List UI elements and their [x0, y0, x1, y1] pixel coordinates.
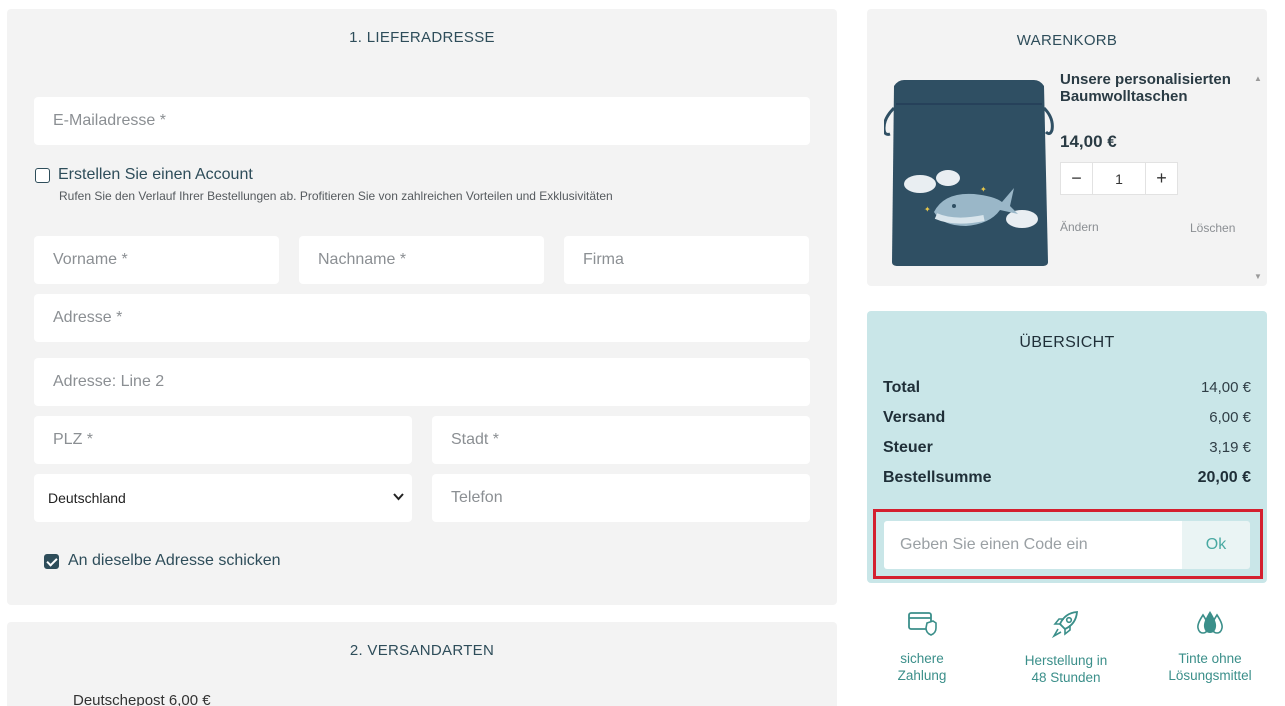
email-field[interactable]: E-Mailadresse * [34, 97, 810, 145]
product-price: 14,00 € [1060, 132, 1117, 151]
company-field[interactable]: Firma [564, 236, 809, 284]
summary-total-value: 14,00 € [1200, 379, 1251, 396]
promo-code-input[interactable]: Geben Sie einen Code ein [884, 521, 1182, 569]
summary-row-shipping: Versand 6,00 € [883, 409, 1251, 427]
company-placeholder: Firma [583, 251, 624, 268]
delete-product-link[interactable]: Löschen [1190, 221, 1235, 235]
country-value: Deutschland [48, 490, 126, 506]
city-field[interactable]: Stadt * [432, 416, 810, 464]
feature-fast-line1: Herstellung in [1024, 653, 1108, 668]
firstname-placeholder: Vorname * [53, 251, 128, 268]
shipping-option-label[interactable]: Deutschepost 6,00 € [73, 692, 211, 706]
edit-product-link[interactable]: Ändern [1060, 220, 1099, 234]
quantity-stepper[interactable]: − 1 + [1060, 162, 1178, 195]
summary-tax-value: 3,19 € [1209, 439, 1251, 456]
email-placeholder: E-Mailadresse * [53, 112, 166, 129]
zip-placeholder: PLZ * [53, 431, 94, 448]
feature-ink-line1: Tinte ohne [1178, 651, 1242, 666]
feature-secure-line2: Zahlung [897, 668, 947, 683]
country-select[interactable]: Deutschland [34, 474, 412, 522]
create-account-label: Erstellen Sie einen Account [58, 166, 253, 183]
quantity-increase-button[interactable]: + [1146, 163, 1177, 194]
summary-row-grand-total: Bestellsumme 20,00 € [883, 469, 1251, 487]
chevron-down-icon [393, 493, 404, 501]
summary-grand-total-value: 20,00 € [1197, 469, 1251, 486]
delivery-title: 1. LIEFERADRESSE [349, 29, 495, 46]
create-account-hint: Rufen Sie den Verlauf Ihrer Bestellungen… [59, 189, 613, 203]
quantity-decrease-button[interactable]: − [1061, 163, 1092, 194]
promo-code-placeholder: Geben Sie einen Code ein [900, 536, 1088, 553]
cart-title: WARENKORB [1016, 32, 1118, 49]
promo-code-ok-button[interactable]: Ok [1182, 521, 1250, 569]
address-placeholder: Adresse * [53, 309, 123, 326]
phone-placeholder: Telefon [451, 489, 503, 506]
summary-shipping-value: 6,00 € [1209, 409, 1251, 426]
summary-shipping-label: Versand [883, 409, 946, 426]
lastname-placeholder: Nachname * [318, 251, 407, 268]
summary-grand-total-label: Bestellsumme [883, 469, 992, 486]
firstname-field[interactable]: Vorname * [34, 236, 279, 284]
summary-row-total: Total 14,00 € [883, 379, 1251, 397]
summary-tax-label: Steuer [883, 439, 933, 456]
cart-scroll-up-icon[interactable]: ▲ [1254, 74, 1262, 83]
feature-fast-production: Herstellung in 48 Stunden [1001, 609, 1131, 686]
secure-card-icon [908, 612, 937, 636]
same-address-label: An dieselbe Adresse schicken [68, 552, 281, 569]
shipping-title: 2. VERSANDARTEN [349, 642, 495, 659]
zip-field[interactable]: PLZ * [34, 416, 412, 464]
same-address-checkbox[interactable] [44, 554, 59, 569]
feature-solvent-free-ink: Tinte ohne Lösungsmittel [1145, 609, 1275, 684]
address-field[interactable]: Adresse * [34, 294, 810, 342]
address-line2-placeholder: Adresse: Line 2 [53, 373, 165, 390]
svg-text:✦: ✦ [924, 205, 931, 214]
svg-text:✦: ✦ [980, 185, 987, 194]
lastname-field[interactable]: Nachname * [299, 236, 544, 284]
cart-scroll-down-icon[interactable]: ▼ [1254, 272, 1262, 281]
feature-secure-line1: sichere [900, 651, 944, 666]
city-placeholder: Stadt * [451, 431, 500, 448]
ink-drops-icon [1197, 611, 1223, 634]
feature-secure-payment: sichere Zahlung [857, 609, 987, 684]
quantity-value[interactable]: 1 [1092, 163, 1146, 194]
summary-total-label: Total [883, 379, 921, 396]
summary-title: ÜBERSICHT [1019, 334, 1115, 351]
product-name: Unsere personalisierten Baumwolltaschen [1060, 71, 1231, 105]
summary-row-tax: Steuer 3,19 € [883, 439, 1251, 457]
create-account-checkbox[interactable] [35, 168, 50, 183]
address-line2-field[interactable]: Adresse: Line 2 [34, 358, 810, 406]
feature-fast-line2: 48 Stunden [1031, 670, 1101, 685]
rocket-icon [1051, 611, 1078, 639]
phone-field[interactable]: Telefon [432, 474, 810, 522]
product-image: ✦ ✦ [884, 80, 1054, 266]
feature-ink-line2: Lösungsmittel [1168, 668, 1252, 683]
